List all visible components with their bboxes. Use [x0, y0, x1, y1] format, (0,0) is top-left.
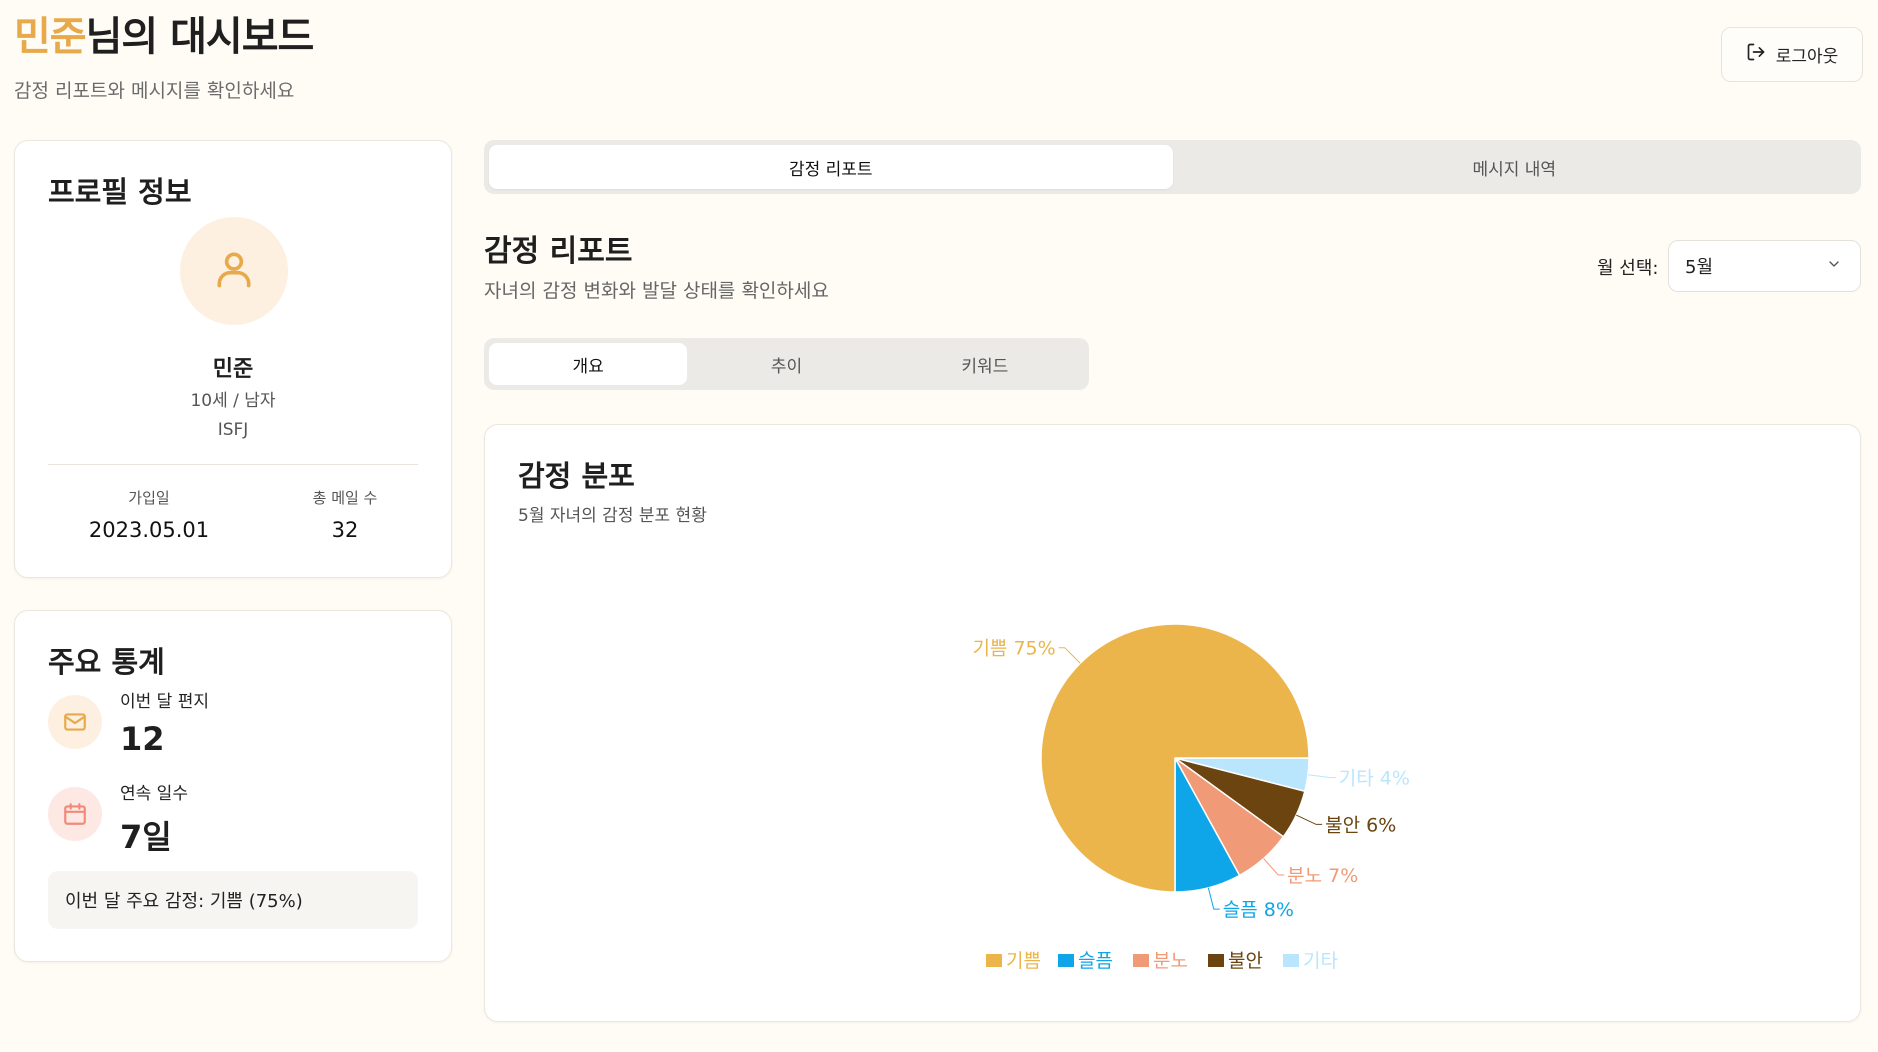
svg-text:기타: 기타	[1303, 950, 1338, 972]
tab-message-history[interactable]: 메시지 내역	[1173, 145, 1857, 189]
logout-label: 로그아웃	[1775, 47, 1839, 67]
divider	[48, 464, 418, 465]
profile-card: 프로필 정보 민준 10세 / 남자 ISFJ 가입일 2023.05.01 총…	[14, 140, 452, 578]
letters-label: 이번 달 편지	[120, 692, 210, 712]
emotion-anxiety-label: 불안 6%	[1325, 814, 1396, 836]
tab-trend[interactable]: 추이	[687, 343, 885, 385]
emotion-anxiety-legend-item: 불안	[1208, 950, 1263, 972]
emotion-anger-label: 분노 7%	[1287, 865, 1358, 887]
streak-stat: 연속 일수 7일	[48, 779, 188, 858]
user-name: 민준	[14, 14, 87, 60]
profile-mbti: ISFJ	[217, 420, 249, 440]
main-emotion-box: 이번 달 주요 감정: 기쁨 (75%)	[48, 871, 418, 929]
svg-text:슬픔: 슬픔	[1078, 950, 1113, 972]
calendar-icon	[48, 787, 102, 841]
page-title: 민준님의 대시보드	[14, 12, 315, 62]
emotion-sadness-leader	[1207, 887, 1220, 910]
month-select[interactable]: 5월	[1668, 240, 1861, 292]
emotion-joy-legend-item: 기쁨	[986, 950, 1041, 972]
page-subtitle: 감정 리포트와 메시지를 확인하세요	[14, 80, 295, 102]
joined-value: 2023.05.01	[88, 518, 210, 542]
sub-tabs: 개요 추이 키워드	[484, 338, 1089, 390]
profile-card-title: 프로필 정보	[48, 175, 192, 209]
emotion-sadness-legend-item: 슬픔	[1058, 950, 1113, 972]
emotion-other-label: 기타 4%	[1339, 768, 1410, 790]
tab-keyword[interactable]: 키워드	[886, 343, 1084, 385]
user-icon	[212, 247, 256, 295]
emotion-other-leader	[1307, 774, 1336, 779]
chevron-down-icon	[1826, 256, 1842, 277]
svg-text:기쁨: 기쁨	[1006, 950, 1041, 972]
mail-count-label: 총 메일 수	[312, 489, 378, 507]
page-header: 민준님의 대시보드 감정 리포트와 메시지를 확인하세요	[14, 12, 315, 103]
svg-text:불안: 불안	[1228, 950, 1263, 972]
emotion-anger-leader	[1263, 858, 1285, 876]
joined-label: 가입일	[128, 489, 170, 507]
tab-emotion-report[interactable]: 감정 리포트	[489, 145, 1173, 189]
month-select-value: 5월	[1685, 257, 1714, 278]
page-title-suffix: 님의 대시보드	[85, 14, 315, 60]
emotion-joy-leader	[1058, 647, 1081, 664]
stats-card: 주요 통계 이번 달 편지 12 연속 일수 7일 이번 달 주요 감정: 기쁨…	[14, 610, 452, 962]
profile-name: 민준	[212, 357, 254, 382]
logout-icon	[1746, 42, 1766, 67]
main-tabs: 감정 리포트 메시지 내역	[484, 140, 1861, 194]
chart-card: 감정 분포 5월 자녀의 감정 분포 현황 기타 4% 불안 6% 분노 7% 슬픔 …	[484, 424, 1861, 1022]
month-label: 월 선택:	[1597, 258, 1659, 279]
streak-label: 연속 일수	[120, 784, 188, 804]
stats-card-title: 주요 통계	[48, 645, 165, 679]
emotion-sadness-label: 슬픔 8%	[1223, 899, 1294, 921]
mail-icon	[48, 695, 102, 749]
joined-date: 가입일 2023.05.01	[59, 487, 239, 542]
tab-overview[interactable]: 개요	[489, 343, 688, 385]
report-title: 감정 리포트	[484, 234, 633, 269]
streak-value: 7일	[120, 818, 172, 856]
emotion-anger-legend-item: 분노	[1133, 950, 1188, 972]
report-subtitle: 자녀의 감정 변화와 발달 상태를 확인하세요	[484, 280, 829, 302]
letters-stat: 이번 달 편지 12	[48, 687, 209, 758]
emotion-other-legend-item: 기타	[1283, 950, 1338, 972]
svg-text:분노: 분노	[1153, 950, 1188, 972]
emotion-joy-label: 기쁨 75%	[972, 638, 1055, 660]
mail-count: 총 메일 수 32	[255, 487, 435, 542]
letters-value: 12	[120, 720, 165, 758]
emotion-pie-chart: 기타 4% 불안 6% 분노 7% 슬픔 8% 기쁨 75% 기쁨 슬픔 분노 불안 기타	[972, 623, 1410, 972]
logout-button[interactable]: 로그아웃	[1721, 27, 1863, 82]
avatar	[180, 217, 288, 325]
emotion-anxiety-leader	[1296, 814, 1323, 825]
profile-age-gender: 10세 / 남자	[190, 391, 276, 411]
mail-count-value: 32	[331, 518, 359, 542]
